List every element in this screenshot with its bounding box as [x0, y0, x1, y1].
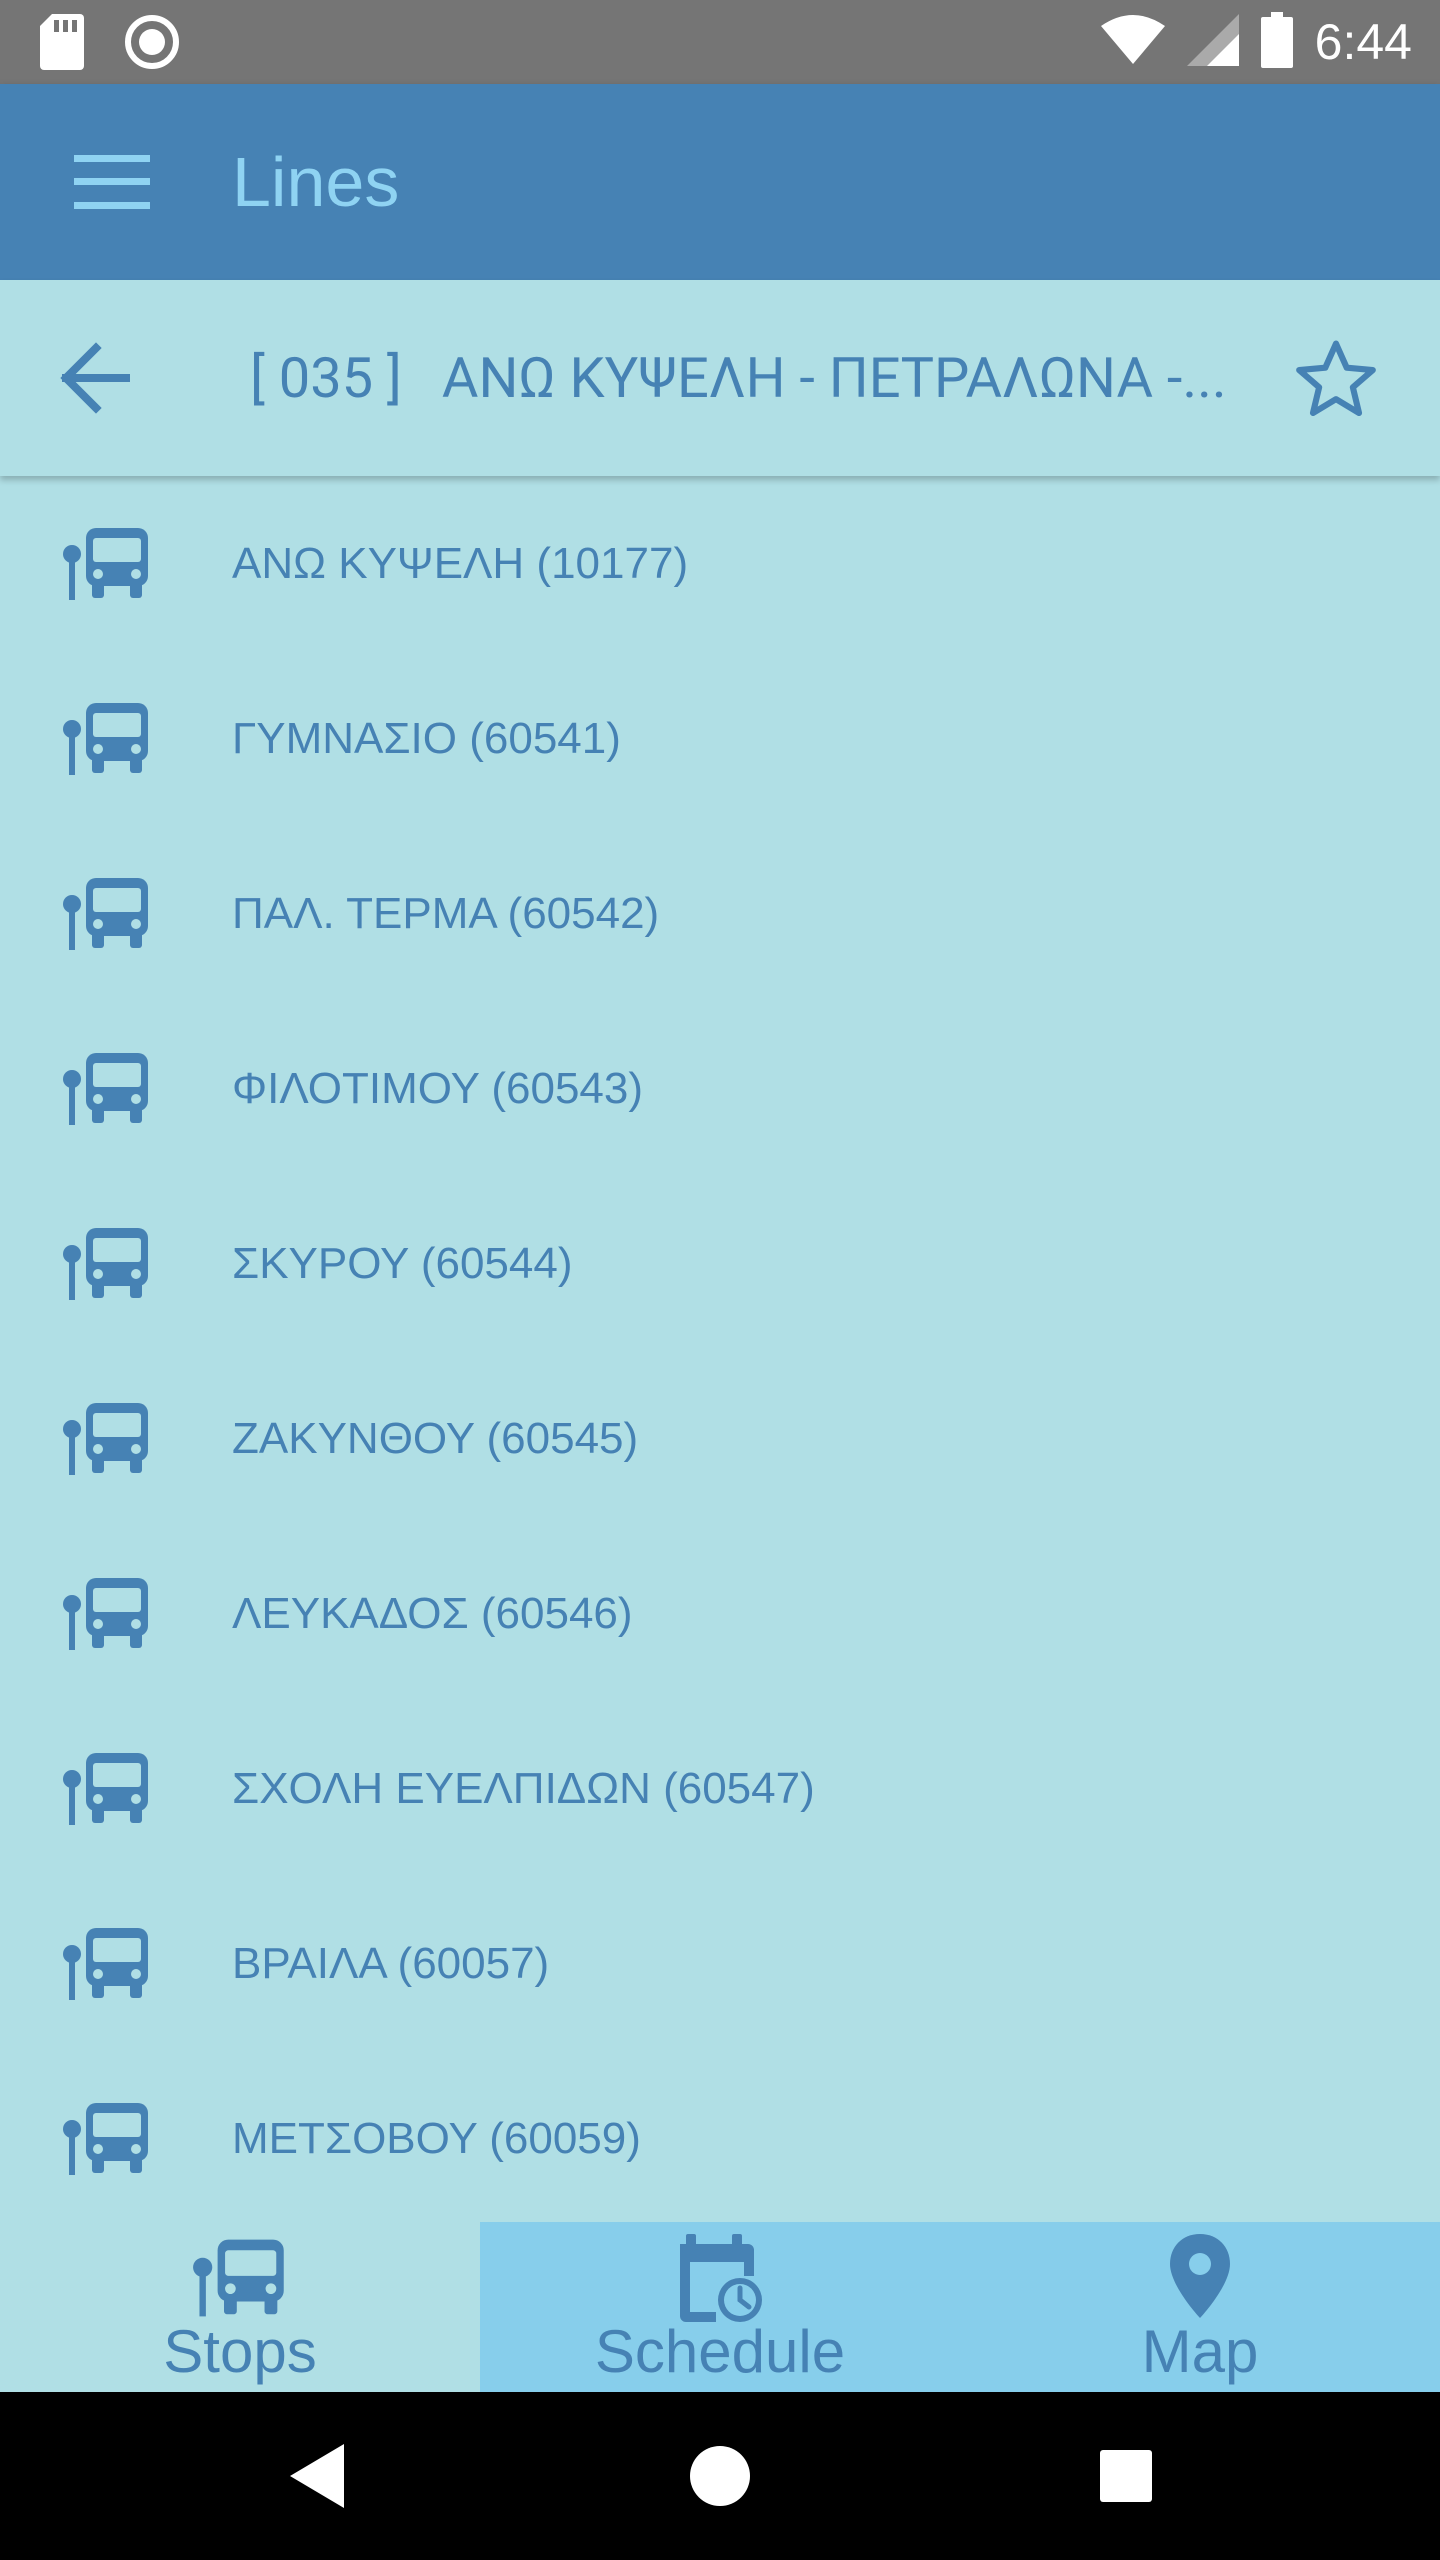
stop-item[interactable]: ΒΡΑΙΛΑ (60057) — [0, 1876, 1440, 2051]
tab-schedule-label: Schedule — [594, 2318, 846, 2385]
bus-stop-icon — [62, 1574, 152, 1654]
stop-item[interactable]: ΣΧΟΛΗ ΕΥΕΛΠΙΔΩΝ (60547) — [0, 1701, 1440, 1876]
stop-label: ΒΡΑΙΛΑ (60057) — [232, 1938, 550, 1988]
tab-stops[interactable]: Stops — [0, 2222, 480, 2392]
bus-stop-icon — [62, 1749, 152, 1829]
stop-item[interactable]: ΑΝΩ ΚΥΨΕΛΗ (10177) — [0, 476, 1440, 651]
stop-item[interactable]: ΓΥΜΝΑΣΙΟ (60541) — [0, 651, 1440, 826]
stop-item[interactable]: ΦΙΛΟΤΙΜΟΥ (60543) — [0, 1001, 1440, 1176]
stop-label: ΣΚΥΡΟΥ (60544) — [232, 1238, 573, 1288]
sd-card-icon — [40, 14, 84, 74]
stop-item[interactable]: ΛΕΥΚΑΔΟΣ (60546) — [0, 1526, 1440, 1701]
stop-item[interactable]: ΠΑΛ. ΤΕΡΜΑ (60542) — [0, 826, 1440, 1001]
calendar-clock-icon — [672, 2230, 768, 2326]
line-title: [ 035 ] ΑΝΩ ΚΥΨΕΛΗ - ΠΕΤΡΑΛΩΝΑ -... — [250, 340, 1240, 416]
bus-stop-icon — [62, 699, 152, 779]
tab-stops-label: Stops — [163, 2318, 317, 2385]
stop-label: ΓΥΜΝΑΣΙΟ (60541) — [232, 713, 621, 763]
bus-stop-icon — [62, 874, 152, 954]
system-nav-bar — [0, 2392, 1440, 2560]
stop-item[interactable]: ΜΕΤΣΟΒΟΥ (60059) — [0, 2051, 1440, 2222]
tab-map[interactable]: Map — [960, 2222, 1440, 2392]
status-time: 6:44 — [1314, 14, 1412, 70]
stop-label: ΣΧΟΛΗ ΕΥΕΛΠΙΔΩΝ (60547) — [232, 1763, 815, 1813]
stop-item[interactable]: ΖΑΚΥΝΘΟΥ (60545) — [0, 1351, 1440, 1526]
recents-square-icon[interactable] — [1086, 2436, 1166, 2516]
favorite-star-icon[interactable] — [1290, 334, 1382, 426]
bottom-nav: Stops Schedule Map — [0, 2222, 1440, 2392]
bus-stop-icon — [62, 1924, 152, 2004]
home-circle-icon[interactable] — [680, 2436, 760, 2516]
stop-item[interactable]: ΣΚΥΡΟΥ (60544) — [0, 1176, 1440, 1351]
signal-icon — [1186, 14, 1239, 70]
bus-stop-icon — [62, 1224, 152, 1304]
back-triangle-icon[interactable] — [282, 2436, 362, 2516]
line-route: ΑΝΩ ΚΥΨΕΛΗ - ΠΕΤΡΑΛΩΝΑ -... — [441, 345, 1227, 411]
stop-list: ΑΝΩ ΚΥΨΕΛΗ (10177) ΓΥΜΝΑΣΙΟ (60541) ΠΑΛ.… — [0, 476, 1440, 2222]
tab-map-label: Map — [1141, 2318, 1259, 2385]
wifi-icon — [1100, 14, 1165, 70]
bus-stop-icon — [192, 2230, 288, 2326]
line-code: [ 035 ] — [250, 345, 402, 411]
line-header: [ 035 ] ΑΝΩ ΚΥΨΕΛΗ - ΠΕΤΡΑΛΩΝΑ -... — [0, 280, 1440, 476]
back-arrow-icon[interactable] — [56, 342, 136, 414]
app-title: Lines — [232, 143, 400, 221]
menu-icon[interactable] — [62, 144, 162, 220]
stop-label: ΖΑΚΥΝΘΟΥ (60545) — [232, 1413, 639, 1463]
battery-icon — [1260, 12, 1293, 72]
status-bar: 6:44 — [0, 0, 1440, 84]
stop-label: ΜΕΤΣΟΒΟΥ (60059) — [232, 2113, 641, 2163]
record-icon — [124, 14, 180, 74]
map-pin-icon — [1152, 2230, 1248, 2326]
bus-stop-icon — [62, 2099, 152, 2179]
stop-label: ΛΕΥΚΑΔΟΣ (60546) — [232, 1588, 633, 1638]
bus-stop-icon — [62, 524, 152, 604]
stop-label: ΠΑΛ. ΤΕΡΜΑ (60542) — [232, 888, 660, 938]
stop-label: ΦΙΛΟΤΙΜΟΥ (60543) — [232, 1063, 644, 1113]
bus-stop-icon — [62, 1399, 152, 1479]
app-bar: Lines — [0, 84, 1440, 280]
stop-label: ΑΝΩ ΚΥΨΕΛΗ (10177) — [232, 538, 689, 588]
tab-schedule[interactable]: Schedule — [480, 2222, 960, 2392]
bus-stop-icon — [62, 1049, 152, 1129]
